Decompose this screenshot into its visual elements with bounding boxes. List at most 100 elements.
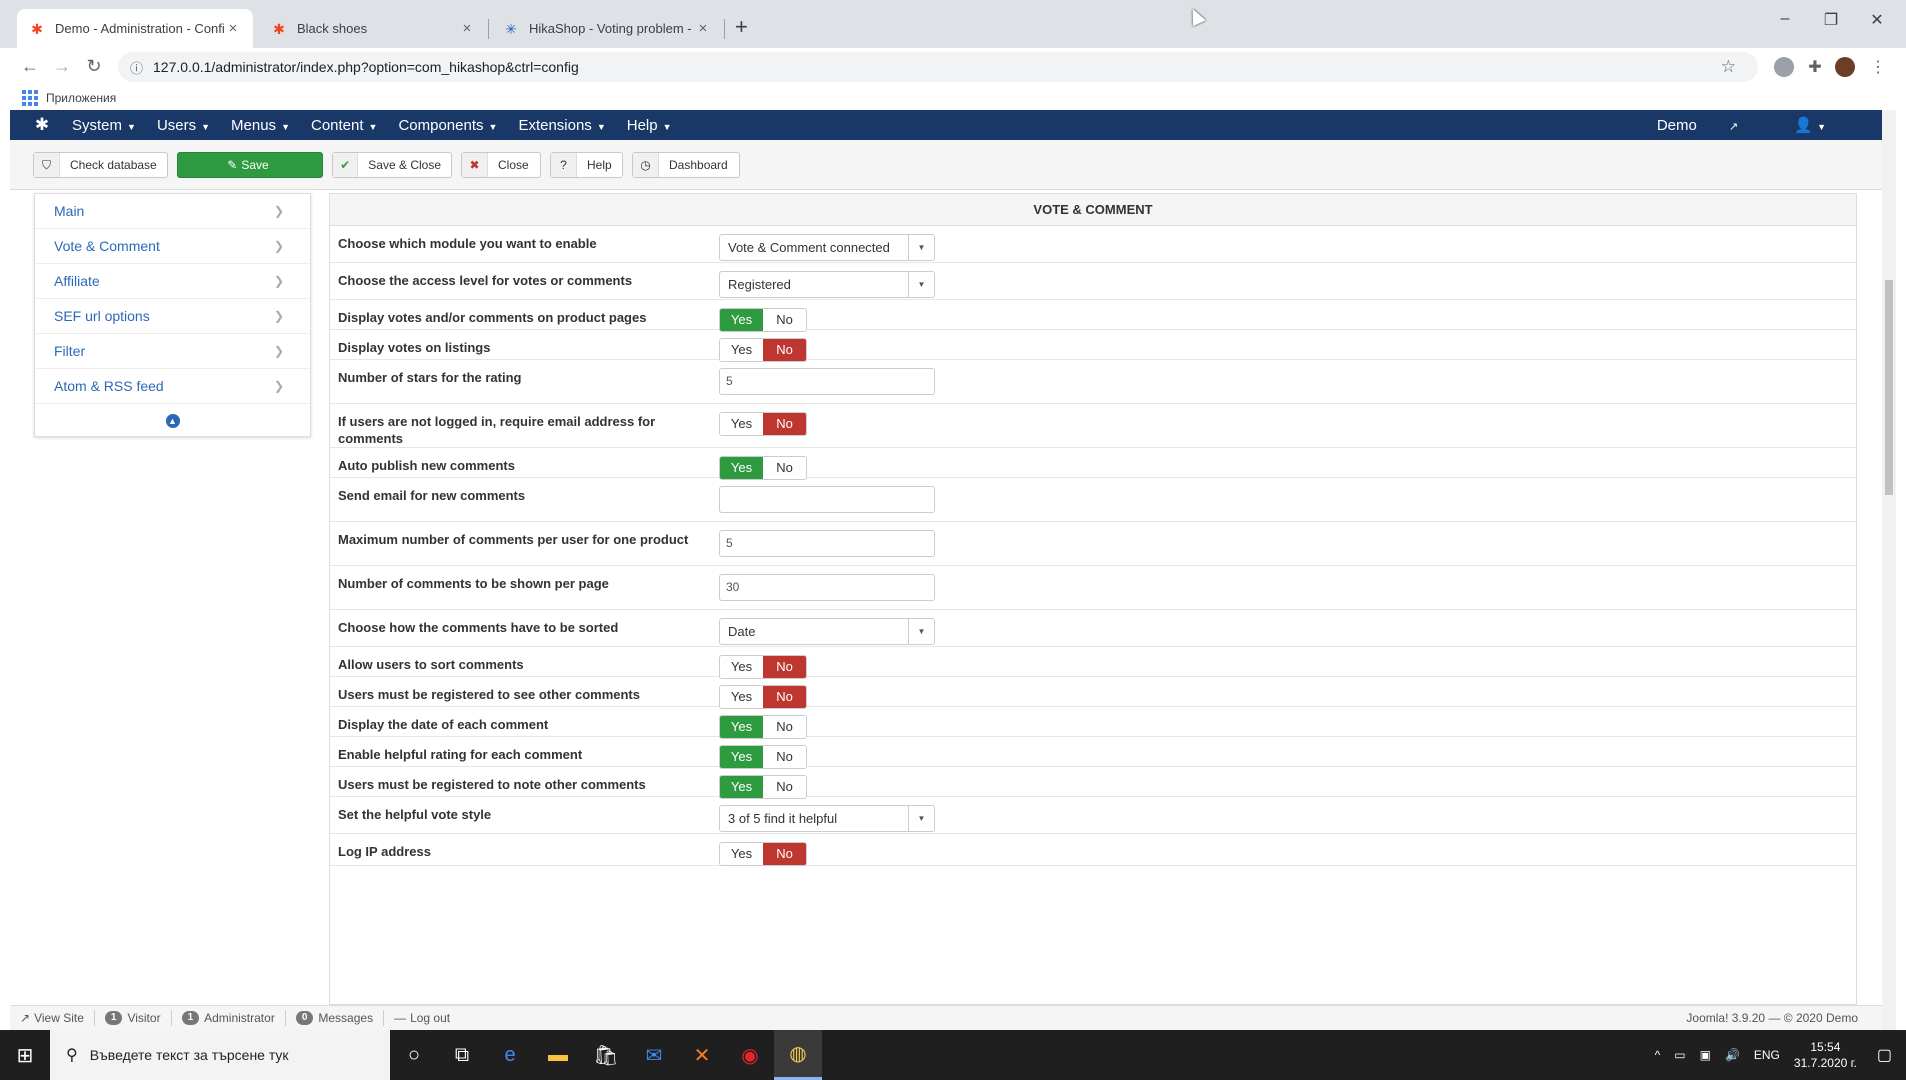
bookmark-star-icon[interactable]: ☆ xyxy=(1721,57,1736,77)
toggle-yes[interactable]: Yes xyxy=(720,339,763,361)
toggle-no[interactable]: No xyxy=(763,309,806,331)
network-icon[interactable]: ▭ xyxy=(1674,1048,1685,1062)
setting-select[interactable]: Registered ▼ xyxy=(719,271,935,298)
menu-extensions[interactable]: Extensions ▼ xyxy=(518,117,605,134)
minimize-icon[interactable]: – xyxy=(1762,10,1808,28)
setting-label: If users are not logged in, require emai… xyxy=(338,414,656,446)
language-indicator[interactable]: ENG xyxy=(1754,1048,1780,1062)
scrollbar-thumb[interactable] xyxy=(1885,280,1893,495)
toggle-no[interactable]: No xyxy=(763,686,806,708)
bookmark-apps[interactable]: Приложения xyxy=(46,91,116,105)
toggle-no[interactable]: No xyxy=(763,776,806,798)
toggle-no[interactable]: No xyxy=(763,339,806,361)
menu-dots-icon[interactable]: ⋮ xyxy=(1868,57,1888,77)
view-site-link[interactable]: ↗ View Site xyxy=(20,1011,84,1025)
scroll-up-button[interactable]: ▲ xyxy=(35,404,310,438)
dashboard-button[interactable]: ◷ Dashboard xyxy=(632,152,740,178)
restore-icon[interactable]: ❐ xyxy=(1808,10,1854,30)
chevron-up-icon[interactable]: ^ xyxy=(1655,1048,1661,1062)
page-scrollbar[interactable] xyxy=(1882,110,1896,1030)
browser-tab-active[interactable]: ✱ Demo - Administration - Configu × xyxy=(17,9,253,48)
sidebar-item-atom-rss[interactable]: Atom & RSS feed ❯ xyxy=(35,369,310,404)
pdf-reader-icon[interactable]: ◉ xyxy=(726,1030,774,1080)
menu-users[interactable]: Users ▼ xyxy=(157,117,210,134)
sidebar-item-affiliate[interactable]: Affiliate ❯ xyxy=(35,264,310,299)
setting-select[interactable]: Vote & Comment connected ▼ xyxy=(719,234,935,261)
browser-tab[interactable]: ✳ HikaShop - Voting problem - Hik × xyxy=(491,9,723,48)
setting-input[interactable]: 30 xyxy=(719,574,935,601)
volume-icon[interactable]: 🔊 xyxy=(1725,1048,1740,1062)
browser-tab[interactable]: ✱ Black shoes × xyxy=(259,9,487,48)
sidebar-item-sef[interactable]: SEF url options ❯ xyxy=(35,299,310,334)
task-view-icon[interactable]: ⧉ xyxy=(438,1030,486,1080)
menu-content[interactable]: Content ▼ xyxy=(311,117,377,134)
user-menu-icon[interactable]: 👤 ▼ xyxy=(1794,116,1854,134)
xampp-icon[interactable]: ✕ xyxy=(678,1030,726,1080)
apps-grid-icon[interactable] xyxy=(22,90,38,106)
close-icon[interactable]: × xyxy=(459,20,475,37)
visitors-link[interactable]: 1 Visitor xyxy=(104,1011,161,1025)
toggle-yes[interactable]: Yes xyxy=(720,686,763,708)
back-icon[interactable]: ← xyxy=(18,56,42,77)
setting-select[interactable]: 3 of 5 find it helpful ▼ xyxy=(719,805,935,832)
store-icon[interactable]: 🛍 xyxy=(582,1030,630,1080)
chevron-right-icon: ❯ xyxy=(273,239,284,253)
logout-link[interactable]: — Log out xyxy=(394,1011,450,1025)
menu-help[interactable]: Help ▼ xyxy=(627,117,672,134)
edge-icon[interactable]: e xyxy=(486,1030,534,1080)
joomla-logo-icon[interactable]: ✱ xyxy=(22,115,62,135)
reload-icon[interactable]: ↻ xyxy=(82,56,106,77)
setting-input[interactable]: 5 xyxy=(719,368,935,395)
toggle-yes[interactable]: Yes xyxy=(720,656,763,678)
taskbar-search[interactable]: ⚲ Въведете текст за търсене тук xyxy=(50,1030,390,1080)
menu-components[interactable]: Components ▼ xyxy=(398,117,497,134)
sidebar-item-filter[interactable]: Filter ❯ xyxy=(35,334,310,369)
toggle-no[interactable]: No xyxy=(763,656,806,678)
menu-system[interactable]: System ▼ xyxy=(72,117,136,134)
toggle-yes[interactable]: Yes xyxy=(720,716,763,738)
toggle-yes[interactable]: Yes xyxy=(720,309,763,331)
toggle-yes[interactable]: Yes xyxy=(720,776,763,798)
close-button[interactable]: ✖ Close xyxy=(461,152,541,178)
sidebar-item-vote-comment[interactable]: Vote & Comment ❯ xyxy=(35,229,310,264)
toggle-yes[interactable]: Yes xyxy=(720,746,763,768)
setting-input[interactable]: 5 xyxy=(719,530,935,557)
toggle-yes[interactable]: Yes xyxy=(720,843,763,865)
chrome-icon[interactable]: ◍ xyxy=(774,1030,822,1080)
new-tab-icon[interactable]: + xyxy=(735,14,748,40)
puzzle-icon[interactable]: ✚ xyxy=(1805,57,1825,77)
url-field[interactable]: ⓘ 127.0.0.1/administrator/index.php?opti… xyxy=(118,52,1758,82)
setting-input[interactable] xyxy=(719,486,935,513)
toggle-no[interactable]: No xyxy=(763,843,806,865)
sidebar-item-main[interactable]: Main ❯ xyxy=(35,194,310,229)
forward-icon[interactable]: → xyxy=(50,56,74,77)
close-icon[interactable]: × xyxy=(225,20,241,37)
notifications-icon[interactable]: ▢ xyxy=(1877,1045,1892,1065)
display-icon[interactable]: ▣ xyxy=(1700,1048,1711,1062)
close-window-icon[interactable]: ✕ xyxy=(1854,10,1900,30)
save-close-button[interactable]: ✔ Save & Close xyxy=(332,152,452,178)
menu-menus[interactable]: Menus ▼ xyxy=(231,117,290,134)
clock[interactable]: 15:54 31.7.2020 г. xyxy=(1794,1039,1857,1071)
extension-icon[interactable] xyxy=(1774,57,1794,77)
toggle-no[interactable]: No xyxy=(763,413,806,435)
avatar[interactable] xyxy=(1835,57,1855,77)
toggle-no[interactable]: No xyxy=(763,746,806,768)
setting-select[interactable]: Date ▼ xyxy=(719,618,935,645)
windows-start-icon[interactable]: ⊞ xyxy=(0,1030,50,1080)
check-database-button[interactable]: ⛉ Check database xyxy=(33,152,168,178)
site-link[interactable]: Demo ↗ xyxy=(1657,117,1766,134)
close-icon[interactable]: × xyxy=(695,20,711,37)
file-explorer-icon[interactable]: ▬ xyxy=(534,1030,582,1080)
messages-link[interactable]: 0 Messages xyxy=(295,1011,373,1025)
mail-icon[interactable]: ✉ xyxy=(630,1030,678,1080)
toggle-yes[interactable]: Yes xyxy=(720,413,763,435)
save-button[interactable]: ✎ Save xyxy=(177,152,323,178)
administrators-link[interactable]: 1 Administrator xyxy=(181,1011,275,1025)
toggle-no[interactable]: No xyxy=(763,457,806,479)
cortana-icon[interactable]: ○ xyxy=(390,1030,438,1080)
toggle-yes[interactable]: Yes xyxy=(720,457,763,479)
toggle-no[interactable]: No xyxy=(763,716,806,738)
help-button[interactable]: ? Help xyxy=(550,152,623,178)
info-icon[interactable]: ⓘ xyxy=(130,58,143,77)
